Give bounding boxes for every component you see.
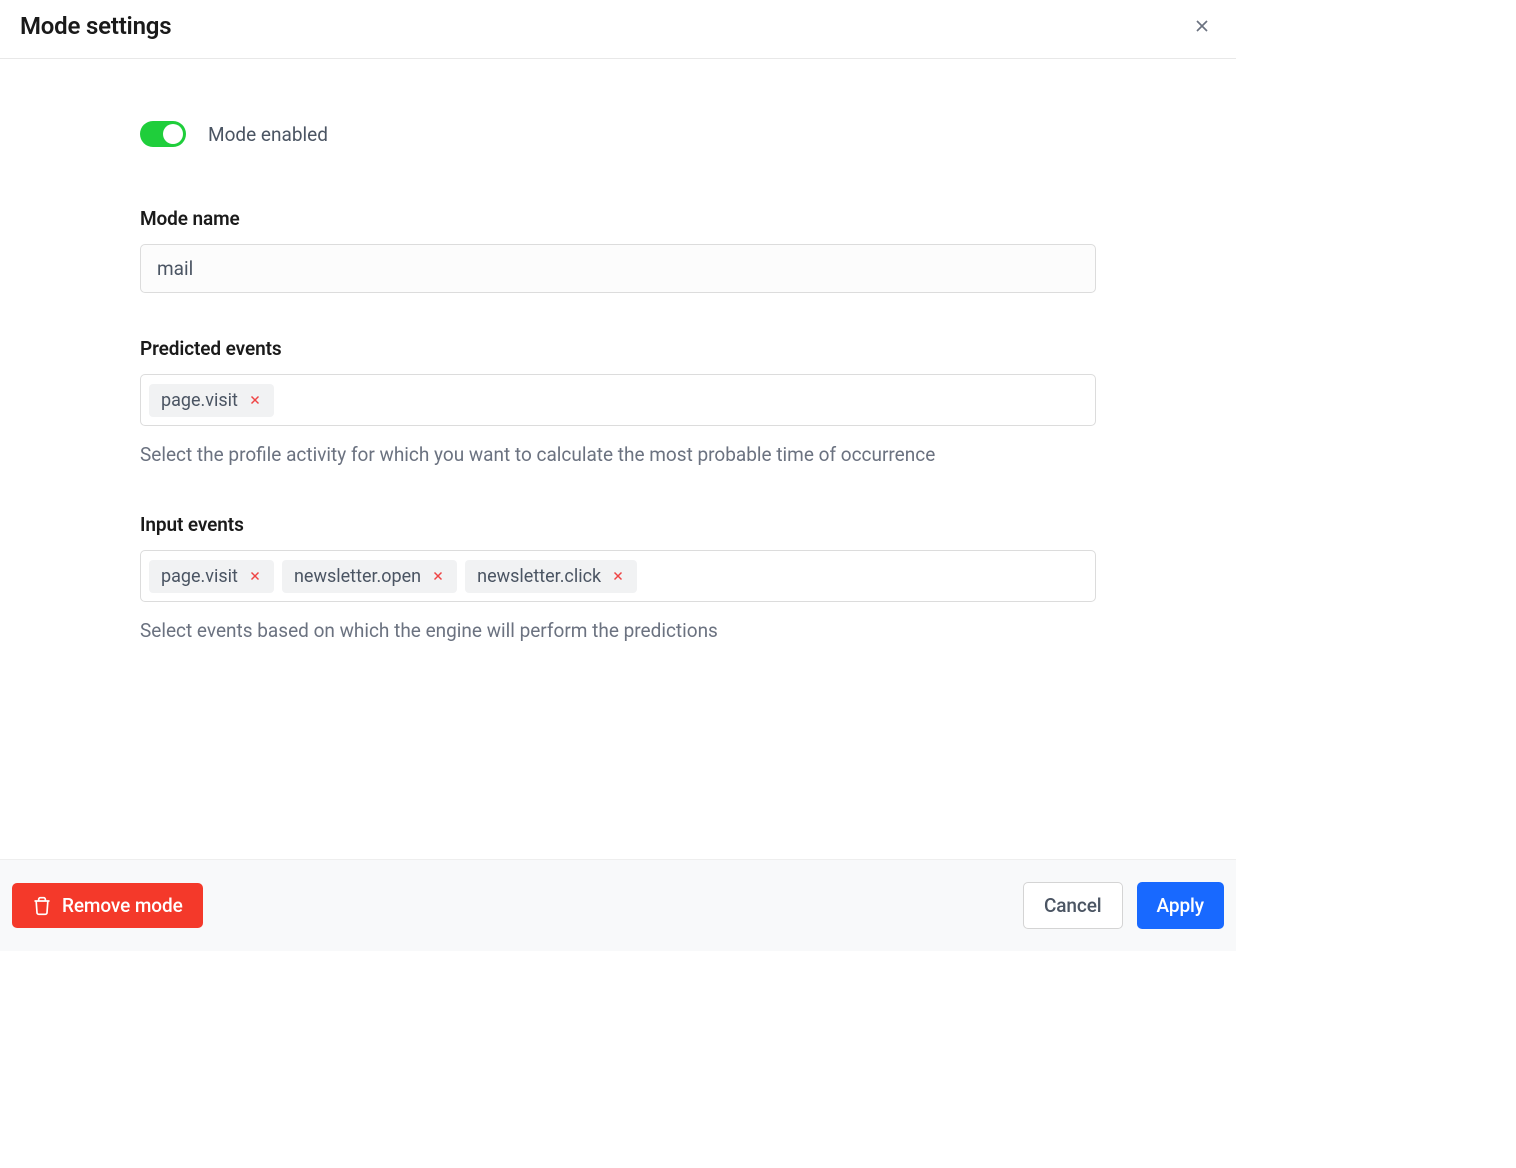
input-events-helper: Select events based on which the engine …	[140, 616, 1096, 645]
mode-name-input[interactable]	[140, 244, 1096, 293]
predicted-events-input[interactable]: page.visit	[140, 374, 1096, 426]
tag-input-newsletter-click: newsletter.click	[465, 560, 637, 593]
toggle-handle-icon	[163, 124, 183, 144]
apply-button[interactable]: Apply	[1137, 882, 1224, 929]
x-icon	[431, 569, 445, 583]
tag-predicted-page-visit: page.visit	[149, 384, 274, 417]
remove-mode-button[interactable]: Remove mode	[12, 883, 203, 928]
tag-remove-button[interactable]	[248, 393, 262, 407]
tag-label: newsletter.open	[294, 566, 421, 587]
tag-remove-button[interactable]	[248, 569, 262, 583]
dialog-content: Mode enabled Mode name Predicted events …	[0, 59, 1236, 859]
input-events-input[interactable]: page.visit newsletter.open newsletter.cl…	[140, 550, 1096, 602]
tag-remove-button[interactable]	[431, 569, 445, 583]
x-icon	[611, 569, 625, 583]
page-title: Mode settings	[20, 12, 171, 40]
tag-input-page-visit: page.visit	[149, 560, 274, 593]
close-icon	[1192, 16, 1212, 36]
predicted-events-helper: Select the profile activity for which yo…	[140, 440, 1096, 469]
mode-name-label: Mode name	[140, 207, 1096, 230]
dialog-header: Mode settings	[0, 0, 1236, 59]
tag-label: page.visit	[161, 566, 238, 587]
x-icon	[248, 569, 262, 583]
cancel-button[interactable]: Cancel	[1023, 882, 1123, 929]
x-icon	[248, 393, 262, 407]
mode-enabled-label: Mode enabled	[208, 123, 328, 146]
tag-remove-button[interactable]	[611, 569, 625, 583]
trash-icon	[32, 895, 52, 917]
input-events-label: Input events	[140, 513, 1096, 536]
predicted-events-field: Predicted events page.visit Select the p…	[140, 337, 1096, 469]
remove-mode-label: Remove mode	[62, 894, 183, 917]
dialog-footer: Remove mode Cancel Apply	[0, 859, 1236, 951]
close-button[interactable]	[1188, 12, 1216, 40]
predicted-events-label: Predicted events	[140, 337, 1096, 360]
mode-enabled-toggle[interactable]	[140, 121, 186, 147]
input-events-field: Input events page.visit newsletter.open …	[140, 513, 1096, 645]
tag-label: newsletter.click	[477, 566, 601, 587]
tag-label: page.visit	[161, 390, 238, 411]
mode-name-field: Mode name	[140, 207, 1096, 293]
footer-actions: Cancel Apply	[1023, 882, 1224, 929]
mode-enabled-row: Mode enabled	[140, 121, 1096, 147]
tag-input-newsletter-open: newsletter.open	[282, 560, 457, 593]
